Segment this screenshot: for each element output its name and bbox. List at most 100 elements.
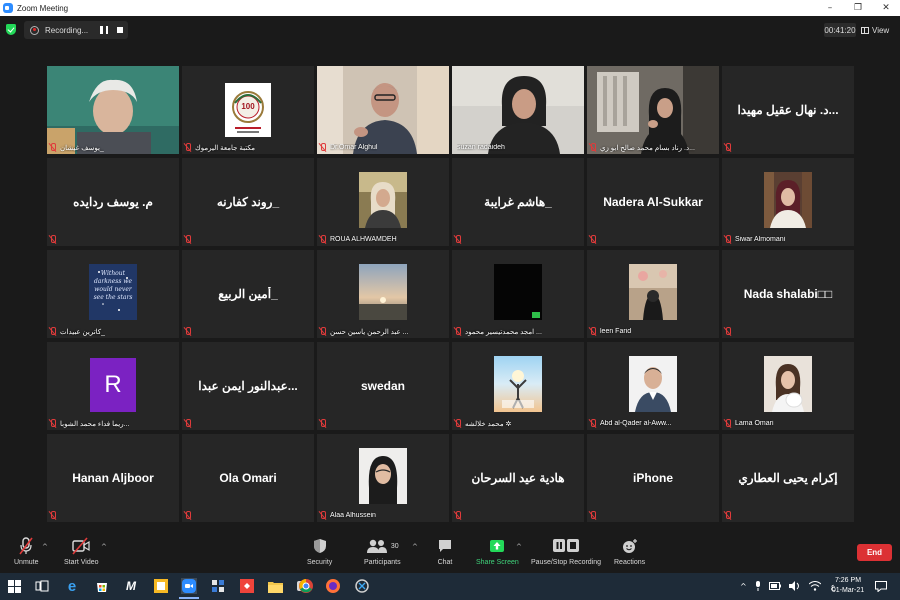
share-options-caret-icon[interactable]: ^: [516, 543, 522, 551]
close-window-button[interactable]: ✕: [872, 0, 900, 16]
participant-tile[interactable]: Abd al-Qader al-Aww...: [587, 342, 719, 430]
recording-status: Recording...: [45, 25, 89, 35]
muted-mic-icon: [724, 511, 732, 520]
muted-mic-icon: [589, 327, 597, 336]
participant-tile[interactable]: Hanan Aljboor: [47, 434, 179, 522]
profile-picture: 100: [225, 83, 271, 137]
battery-icon[interactable]: [768, 581, 781, 592]
participant-footer: [319, 418, 447, 429]
audio-options-caret-icon[interactable]: ^: [42, 543, 48, 551]
participant-tile[interactable]: Nadera Al-Sukkar: [587, 158, 719, 246]
participant-tile[interactable]: محمد خلالشه ✲: [452, 342, 584, 430]
start-video-button[interactable]: Start Video: [64, 537, 99, 566]
participant-footer: Lama Omari: [724, 418, 852, 429]
notifications-icon[interactable]: [873, 578, 889, 594]
participant-display-name: swedan: [360, 379, 405, 393]
file-explorer-icon[interactable]: [267, 578, 283, 594]
profile-picture: [629, 356, 677, 412]
participant-display-name: أمين الربيع_: [218, 287, 278, 301]
chrome-icon[interactable]: [298, 578, 314, 594]
task-view-icon[interactable]: [34, 578, 50, 594]
security-button[interactable]: Security: [307, 537, 332, 566]
participant-tile[interactable]: إكرام يحيى العطاري: [722, 434, 854, 522]
participant-name: suzan radaideh: [457, 144, 505, 151]
volume-icon[interactable]: [788, 580, 801, 593]
participant-tile[interactable]: Nada shalabi□□: [722, 250, 854, 338]
zoom-icon[interactable]: [179, 578, 199, 599]
participant-tile[interactable]: leen Farid: [587, 250, 719, 338]
meeting-top-bar: Recording... 00:41:20 View: [0, 16, 900, 44]
share-screen-button[interactable]: Share Screen: [476, 537, 519, 566]
participant-footer: Dr.Omar Alghul: [319, 142, 447, 153]
participant-tile[interactable]: 100 مكتبة جامعة اليرموك: [182, 66, 314, 154]
reactions-button[interactable]: Reactions: [614, 537, 645, 566]
participant-tile[interactable]: Ola Omari: [182, 434, 314, 522]
participant-tile[interactable]: هادية عيد السرحان: [452, 434, 584, 522]
muted-mic-icon: [184, 143, 192, 152]
profile-picture: [359, 172, 407, 228]
participant-display-name: Ola Omari: [219, 471, 277, 485]
profile-picture: [359, 264, 407, 320]
participant-tile[interactable]: R ريما فداء محمد الشوبا...: [47, 342, 179, 430]
participant-footer: [724, 510, 852, 521]
chat-button[interactable]: Chat: [437, 537, 453, 566]
edge-icon[interactable]: e: [64, 578, 80, 595]
wifi-icon[interactable]: [808, 580, 822, 593]
profile-picture: [359, 448, 407, 504]
network-app-icon[interactable]: [210, 578, 226, 594]
participant-tile[interactable]: يوسف غيشان_: [47, 66, 179, 154]
participants-label: Participants: [364, 559, 401, 566]
participant-name: Lama Omari: [735, 420, 774, 427]
participant-name: Abd al-Qader al-Aww...: [600, 420, 672, 427]
participant-tile[interactable]: أمين الربيع_: [182, 250, 314, 338]
participant-tile[interactable]: Dr.Omar Alghul: [317, 66, 449, 154]
participant-tile[interactable]: Siwar Almomani: [722, 158, 854, 246]
green-status-icon: [532, 312, 540, 318]
end-meeting-button[interactable]: End: [857, 544, 892, 561]
view-button[interactable]: View: [861, 23, 889, 37]
participant-tile[interactable]: Alaa Alhussein: [317, 434, 449, 522]
minimize-button[interactable]: –: [816, 0, 844, 16]
muted-mic-icon: [454, 419, 462, 428]
participants-button[interactable]: 30 Participants: [364, 537, 401, 566]
muted-mic-icon: [49, 235, 57, 244]
pause-stop-recording-button[interactable]: Pause/Stop Recording: [531, 537, 601, 566]
participant-name: ROUA ALHWAMDEH: [330, 236, 397, 243]
video-options-caret-icon[interactable]: ^: [101, 543, 107, 551]
participant-tile-active-speaker[interactable]: د. رناد بسام محمد صالح ابو زي...: [587, 66, 719, 154]
chat-label: Chat: [437, 559, 453, 566]
muted-mic-icon: [319, 511, 327, 520]
participant-tile[interactable]: suzan radaideh: [452, 66, 584, 154]
participant-tile[interactable]: swedan: [317, 342, 449, 430]
stop-recording-button[interactable]: [117, 27, 124, 33]
participant-tile[interactable]: عبد الرحمن ياسين حسن ...: [317, 250, 449, 338]
participant-tile[interactable]: عبدالنور ايمن عبدا...: [182, 342, 314, 430]
video-off-icon: [71, 537, 91, 555]
zoom-app-icon: [3, 3, 13, 13]
windows-start-icon[interactable]: [6, 578, 22, 594]
file-explorer-tiles-icon[interactable]: [153, 578, 169, 594]
show-hidden-icons-chevron-icon[interactable]: ^: [740, 582, 747, 591]
maximize-button[interactable]: ❐: [844, 0, 872, 16]
store-icon[interactable]: [94, 578, 110, 594]
participant-tile[interactable]: iPhone: [587, 434, 719, 522]
participant-tile[interactable]: ROUA ALHWAMDEH: [317, 158, 449, 246]
participant-tile[interactable]: Lama Omari: [722, 342, 854, 430]
participants-options-caret-icon[interactable]: ^: [412, 543, 418, 551]
taskbar-clock[interactable]: 7:26 PM 01-Mar-21: [826, 576, 870, 596]
pause-recording-button[interactable]: [100, 26, 109, 34]
participant-tile[interactable]: م. يوسف ردايده: [47, 158, 179, 246]
windows-taskbar: e M ^ ع 7:26 PM 01-Mar-21: [0, 573, 900, 600]
participant-tile[interactable]: Without darkness we would never see the …: [47, 250, 179, 338]
mendeley-icon[interactable]: M: [123, 578, 139, 594]
microphone-tray-icon[interactable]: [755, 580, 761, 593]
snipping-tool-icon[interactable]: [354, 578, 370, 594]
participant-tile[interactable]: روند كفارنه_: [182, 158, 314, 246]
participant-tile[interactable]: د. نهال عقيل مهيدا...: [722, 66, 854, 154]
unmute-button[interactable]: Unmute: [14, 537, 39, 566]
anydesk-icon[interactable]: [239, 578, 255, 594]
encryption-shield-icon[interactable]: [6, 24, 16, 35]
firefox-icon[interactable]: [325, 578, 341, 594]
participant-tile[interactable]: هاشم غرايبة_: [452, 158, 584, 246]
participant-tile[interactable]: امجد محمدتيسير محمود ...: [452, 250, 584, 338]
